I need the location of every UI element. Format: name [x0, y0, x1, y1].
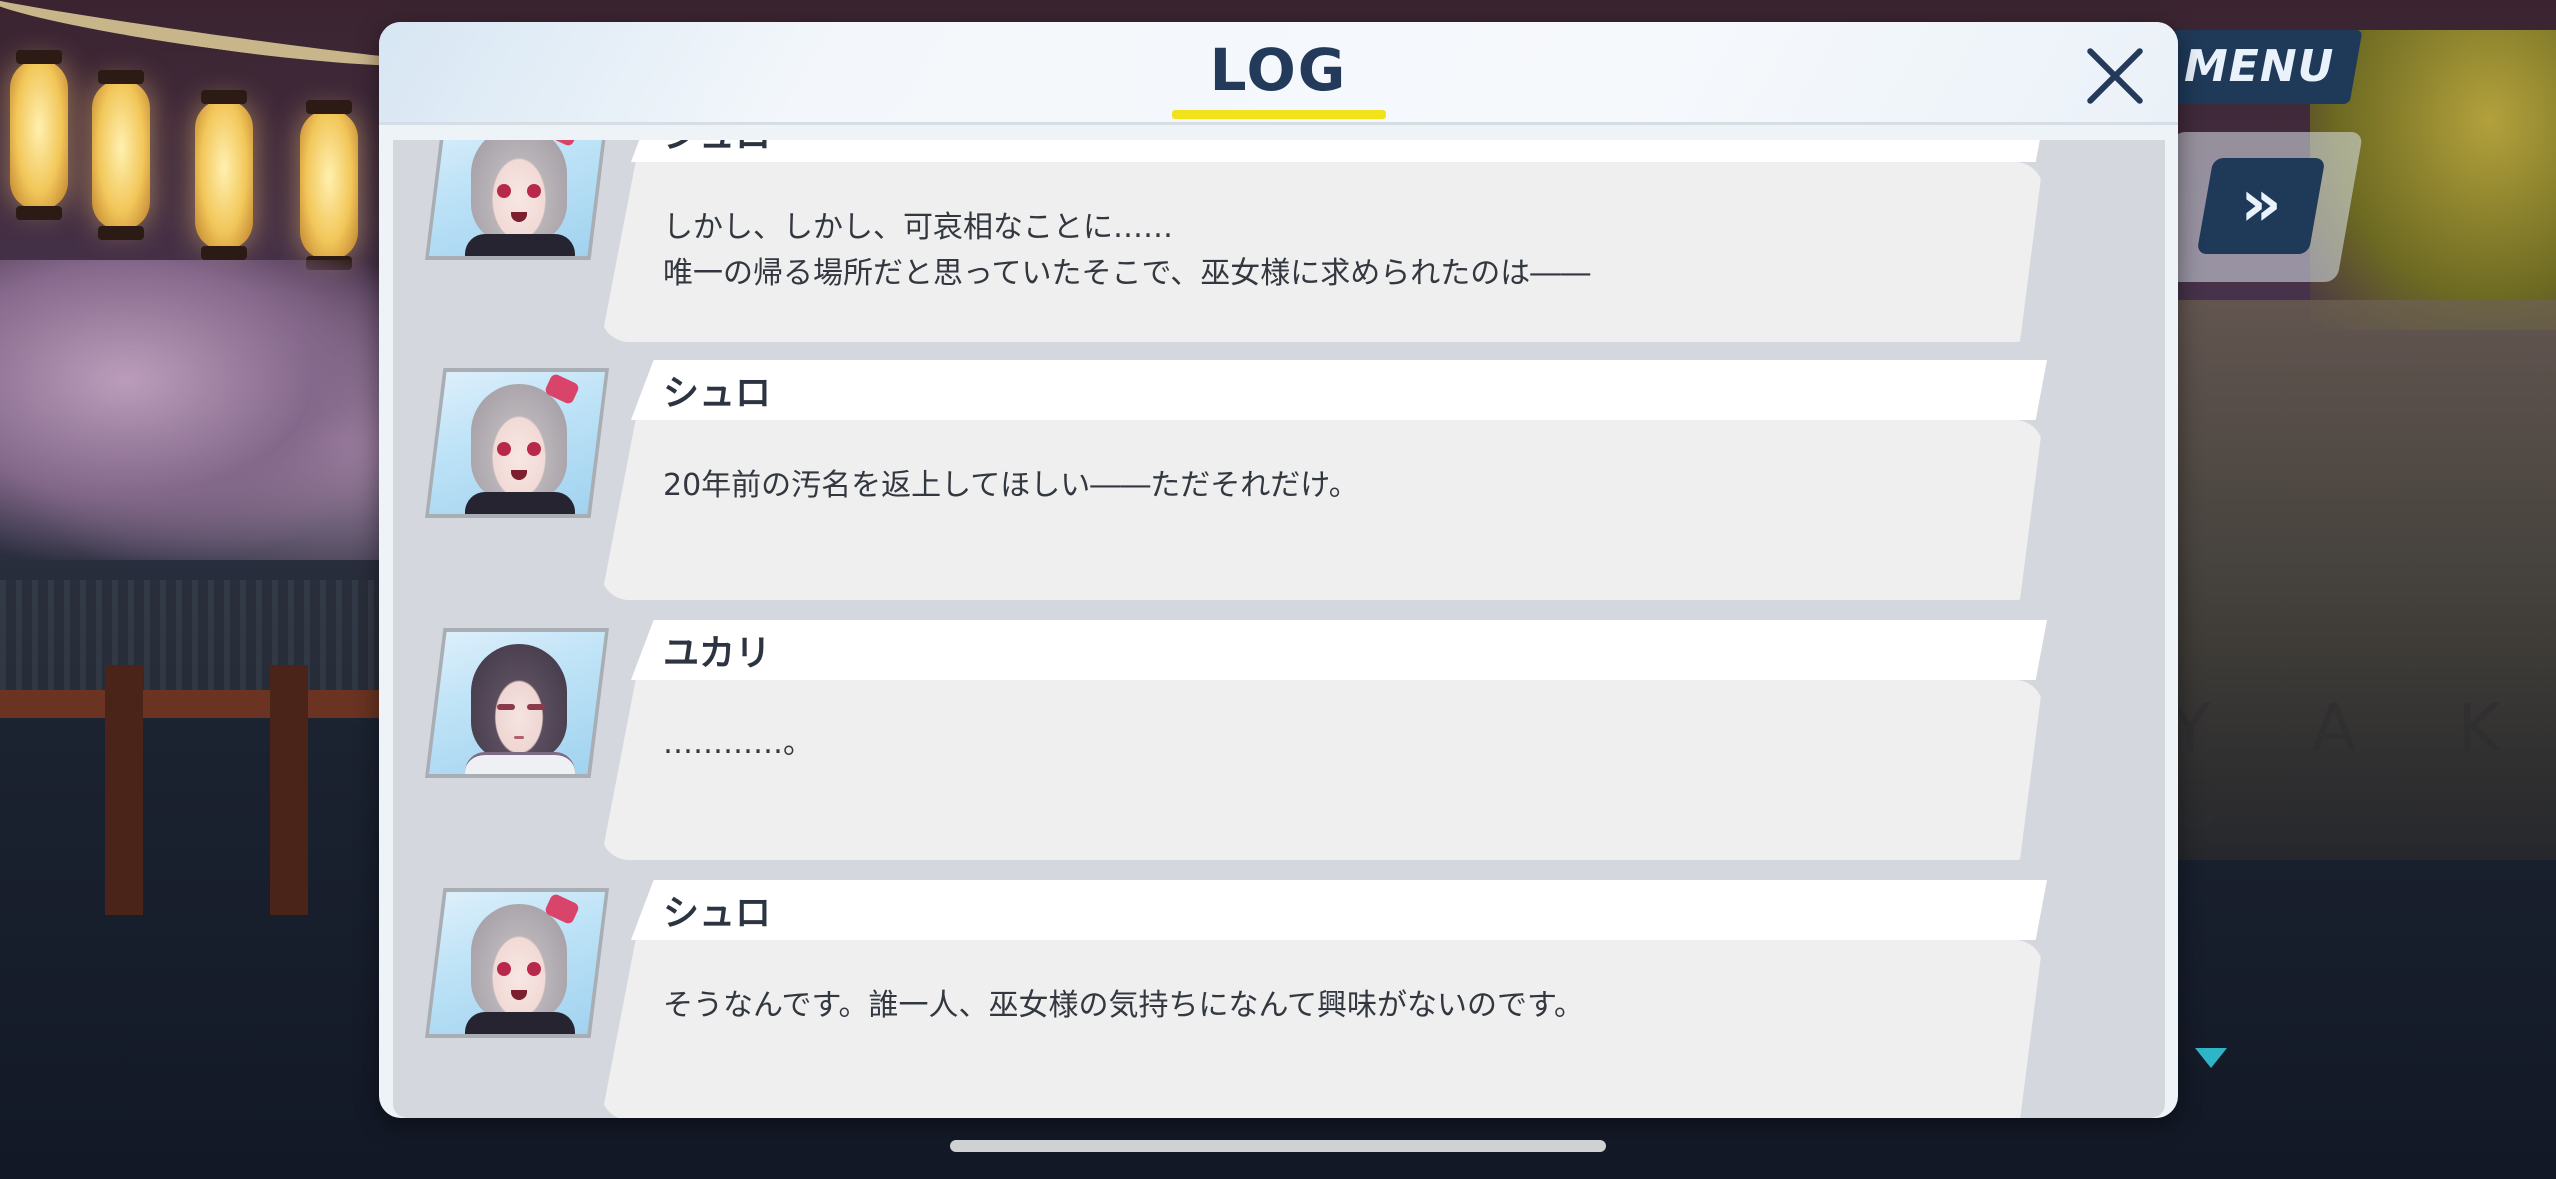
log-header: LOG	[379, 22, 2178, 125]
background-lettering: Y A K O	[2170, 690, 2541, 844]
avatar-shuro	[425, 888, 609, 1038]
log-entry: シュロ 20年前の汚名を返上してほしい――ただそれだけ。	[393, 360, 2165, 605]
close-button[interactable]	[2079, 40, 2151, 112]
shrine-fence	[0, 580, 420, 700]
speaker-name: シュロ	[663, 373, 772, 414]
torii-post	[270, 665, 308, 915]
log-entry: シュロ しかし、しかし、可哀相なことに…… 唯一の帰る場所だと思っていたそこで、…	[393, 140, 2165, 347]
lantern	[10, 50, 68, 220]
dialogue-bubble	[601, 680, 2043, 860]
speaker-name: シュロ	[663, 140, 771, 158]
dialogue-line: 唯一の帰る場所だと思っていたそこで、巫女様に求められたのは――	[663, 256, 1591, 291]
speaker-tab	[631, 620, 2047, 680]
menu-button[interactable]: MENU	[2159, 30, 2363, 104]
torii-post	[105, 665, 143, 915]
lantern	[195, 90, 253, 260]
fast-forward-icon: »	[2240, 167, 2283, 241]
lantern	[300, 100, 358, 270]
lantern	[92, 70, 150, 240]
dialogue-bubble	[601, 940, 2043, 1118]
next-indicator-icon	[2195, 1048, 2227, 1068]
avatar-shuro	[425, 368, 609, 518]
shimenawa-rope	[0, 0, 420, 80]
avatar-yukari	[425, 628, 609, 778]
menu-button-label: MENU	[2184, 41, 2335, 92]
speaker-tab	[631, 880, 2047, 940]
background-scene-left	[0, 0, 420, 1179]
log-panel: LOG シュロ しかし、しかし、可哀相なことに…… 唯一の	[379, 22, 2178, 1118]
torii-rail	[0, 690, 420, 718]
dialogue-bubble	[601, 420, 2043, 600]
avatar-shuro	[425, 140, 609, 260]
dialogue-line: 20年前の汚名を返上してほしい――ただそれだけ。	[663, 468, 1359, 503]
dialogue-line: しかし、しかし、可哀相なことに……	[663, 210, 1173, 245]
log-entry: ユカリ …………。	[393, 620, 2165, 865]
log-entry: シュロ そうなんです。誰一人、巫女様の気持ちになんて興味がないのです。	[393, 880, 2165, 1118]
dialogue-line: そうなんです。誰一人、巫女様の気持ちになんて興味がないのです。	[663, 988, 1584, 1023]
log-title: LOG	[1209, 36, 1348, 104]
speaker-name: シュロ	[663, 893, 772, 934]
speaker-tab	[631, 140, 2047, 162]
dialogue-line: …………。	[663, 726, 813, 761]
speaker-tab	[631, 360, 2047, 420]
title-underline	[1172, 110, 1386, 119]
fast-forward-button[interactable]: »	[2196, 158, 2326, 254]
log-list[interactable]: シュロ しかし、しかし、可哀相なことに…… 唯一の帰る場所だと思っていたそこで、…	[393, 140, 2165, 1118]
home-indicator[interactable]	[950, 1140, 1606, 1152]
cherry-blossom-trees	[0, 260, 420, 560]
speaker-name: ユカリ	[663, 633, 772, 674]
